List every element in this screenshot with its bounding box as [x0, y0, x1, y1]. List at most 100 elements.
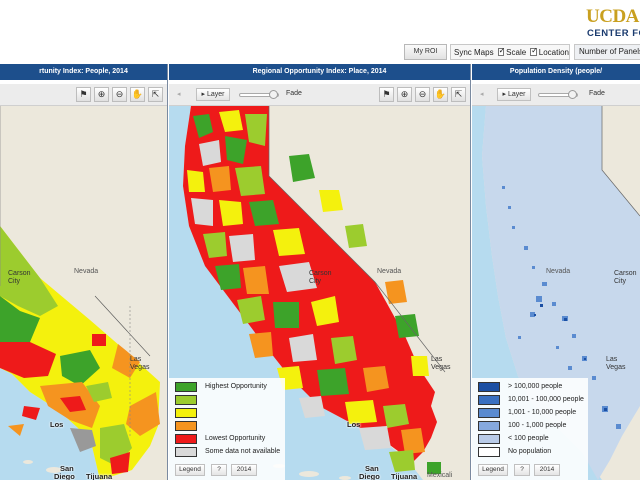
scale-label: Scale — [506, 47, 527, 57]
legend-button[interactable]: Legend — [478, 464, 508, 476]
legend-item: Some data not available — [169, 447, 285, 459]
legend-swatch — [175, 421, 197, 431]
panel-toolbar: ◂ ▸ Layer Fade — [472, 84, 640, 106]
map-label-las: Las — [606, 356, 618, 363]
legend-item: 10,001 - 100,000 people — [472, 395, 588, 407]
legend-swatch — [478, 395, 500, 405]
zoom-in-icon[interactable]: ⊕ — [94, 87, 109, 102]
legend-swatch — [478, 447, 500, 457]
number-of-panels-select[interactable]: Number of Panels — [574, 44, 640, 60]
scale-checkbox[interactable] — [497, 46, 505, 56]
export-icon[interactable]: ⇱ — [451, 87, 466, 102]
my-roi-button[interactable]: My ROI — [404, 44, 447, 60]
legend-item: Highest Opportunity — [169, 382, 285, 394]
map-label-vegas: Vegas — [606, 364, 626, 371]
legend-swatch — [478, 382, 500, 392]
map-label-city: City — [614, 278, 627, 285]
back-arrow-icon[interactable]: ◂ — [177, 90, 181, 98]
map-panel-population: Population Density (people/ ◂ ▸ Layer Fa… — [472, 64, 640, 480]
help-button[interactable]: ? — [211, 464, 227, 476]
layer-button[interactable]: ▸ Layer — [196, 88, 230, 101]
map-label-las: Las — [431, 356, 443, 363]
opportunity-legend: Highest Opportunity Lowest Opportunity S… — [169, 378, 285, 480]
layer-label: Layer — [507, 91, 526, 98]
legend-item — [169, 421, 285, 433]
map-label-tijuana: Tijuana — [391, 472, 418, 480]
layer-button[interactable]: ▸ Layer — [497, 88, 531, 101]
panel-title: rtunity Index: People, 2014 — [0, 64, 167, 80]
legend-label: < 100 people — [508, 435, 549, 442]
zoom-out-icon[interactable]: ⊖ — [112, 87, 127, 102]
fade-slider-handle[interactable] — [568, 90, 577, 99]
fade-label: Fade — [589, 90, 605, 97]
map-panel-people: rtunity Index: People, 2014 ⚑ ⊕ ⊖ ✋ ⇱ Ca… — [0, 64, 168, 480]
map-label-mexicali: Mexicali — [427, 472, 453, 479]
legend-swatch — [175, 408, 197, 418]
export-icon[interactable]: ⇱ — [148, 87, 163, 102]
map-label-city: City — [8, 278, 21, 285]
panel-title: Regional Opportunity Index: Place, 2014 — [169, 64, 470, 80]
legend-label: No population — [508, 448, 552, 455]
location-checkbox[interactable] — [530, 46, 537, 56]
legend-label: 100 - 1,000 people — [508, 422, 567, 429]
map-label-tijuana: Tijuana — [86, 472, 113, 480]
center-logo-text: CENTER FO — [587, 28, 640, 39]
zoom-out-icon[interactable]: ⊖ — [415, 87, 430, 102]
map-label-vegas: Vegas — [130, 364, 150, 371]
legend-item: 100 - 1,000 people — [472, 421, 588, 433]
map-label-carson: Carson — [309, 270, 332, 277]
sync-controls: Sync Maps Scale Location — [450, 44, 570, 60]
sync-maps-label: Sync Maps — [454, 47, 494, 57]
legend-item: 1,001 - 10,000 people — [472, 408, 588, 420]
fade-label: Fade — [286, 90, 302, 97]
map-label-nevada: Nevada — [377, 268, 402, 275]
map-label-diego: Diego — [359, 472, 380, 480]
map-label-vegas: Vegas — [431, 364, 451, 371]
map-view[interactable]: Carson City Nevada Las Vegas Los San Die… — [169, 106, 470, 480]
legend-swatch — [175, 434, 197, 444]
map-label-carson: Carson — [614, 270, 637, 277]
map-label-los: Los — [347, 420, 361, 429]
legend-label: Highest Opportunity — [205, 383, 267, 390]
flag-icon[interactable]: ⚑ — [76, 87, 91, 102]
zoom-in-icon[interactable]: ⊕ — [397, 87, 412, 102]
map-label-city: City — [309, 278, 322, 285]
flag-icon[interactable]: ⚑ — [379, 87, 394, 102]
fade-slider-handle[interactable] — [269, 90, 278, 99]
app-header: UCDA CENTER FO My ROI Sync Maps Scale Lo… — [0, 0, 640, 64]
back-arrow-icon[interactable]: ◂ — [480, 90, 484, 98]
legend-swatch — [478, 421, 500, 431]
legend-label: Lowest Opportunity — [205, 435, 266, 442]
map-label-nevada: Nevada — [546, 268, 571, 275]
legend-item — [169, 395, 285, 407]
pan-hand-icon[interactable]: ✋ — [130, 87, 145, 102]
year-button[interactable]: 2014 — [534, 464, 560, 476]
map-view[interactable]: Carson City Nevada Las Vegas > 100,000 p… — [472, 106, 640, 480]
pan-hand-icon[interactable]: ✋ — [433, 87, 448, 102]
legend-item — [169, 408, 285, 420]
legend-label: Some data not available — [205, 448, 281, 455]
map-label-nevada: Nevada — [74, 268, 99, 275]
panel-toolbar: ⚑ ⊕ ⊖ ✋ ⇱ — [0, 84, 167, 106]
legend-label: > 100,000 people — [508, 383, 563, 390]
legend-label: 10,001 - 100,000 people — [508, 396, 584, 403]
legend-swatch — [175, 395, 197, 405]
legend-item: > 100,000 people — [472, 382, 588, 394]
legend-swatch — [175, 447, 197, 457]
legend-item: < 100 people — [472, 434, 588, 446]
legend-item: Lowest Opportunity — [169, 434, 285, 446]
legend-label: 1,001 - 10,000 people — [508, 409, 577, 416]
population-legend: > 100,000 people 10,001 - 100,000 people… — [472, 378, 588, 480]
legend-item: No population — [472, 447, 588, 459]
layer-label: Layer — [206, 91, 225, 98]
legend-swatch — [175, 382, 197, 392]
legend-swatch — [478, 408, 500, 418]
help-button[interactable]: ? — [514, 464, 530, 476]
legend-button[interactable]: Legend — [175, 464, 205, 476]
legend-swatch — [478, 434, 500, 444]
map-label-diego: Diego — [54, 472, 75, 480]
map-view[interactable]: Carson City Nevada Las Vegas Los San Die… — [0, 106, 167, 480]
year-button[interactable]: 2014 — [231, 464, 257, 476]
panel-title: Population Density (people/ — [472, 64, 640, 80]
map-label-los: Los — [50, 420, 64, 429]
